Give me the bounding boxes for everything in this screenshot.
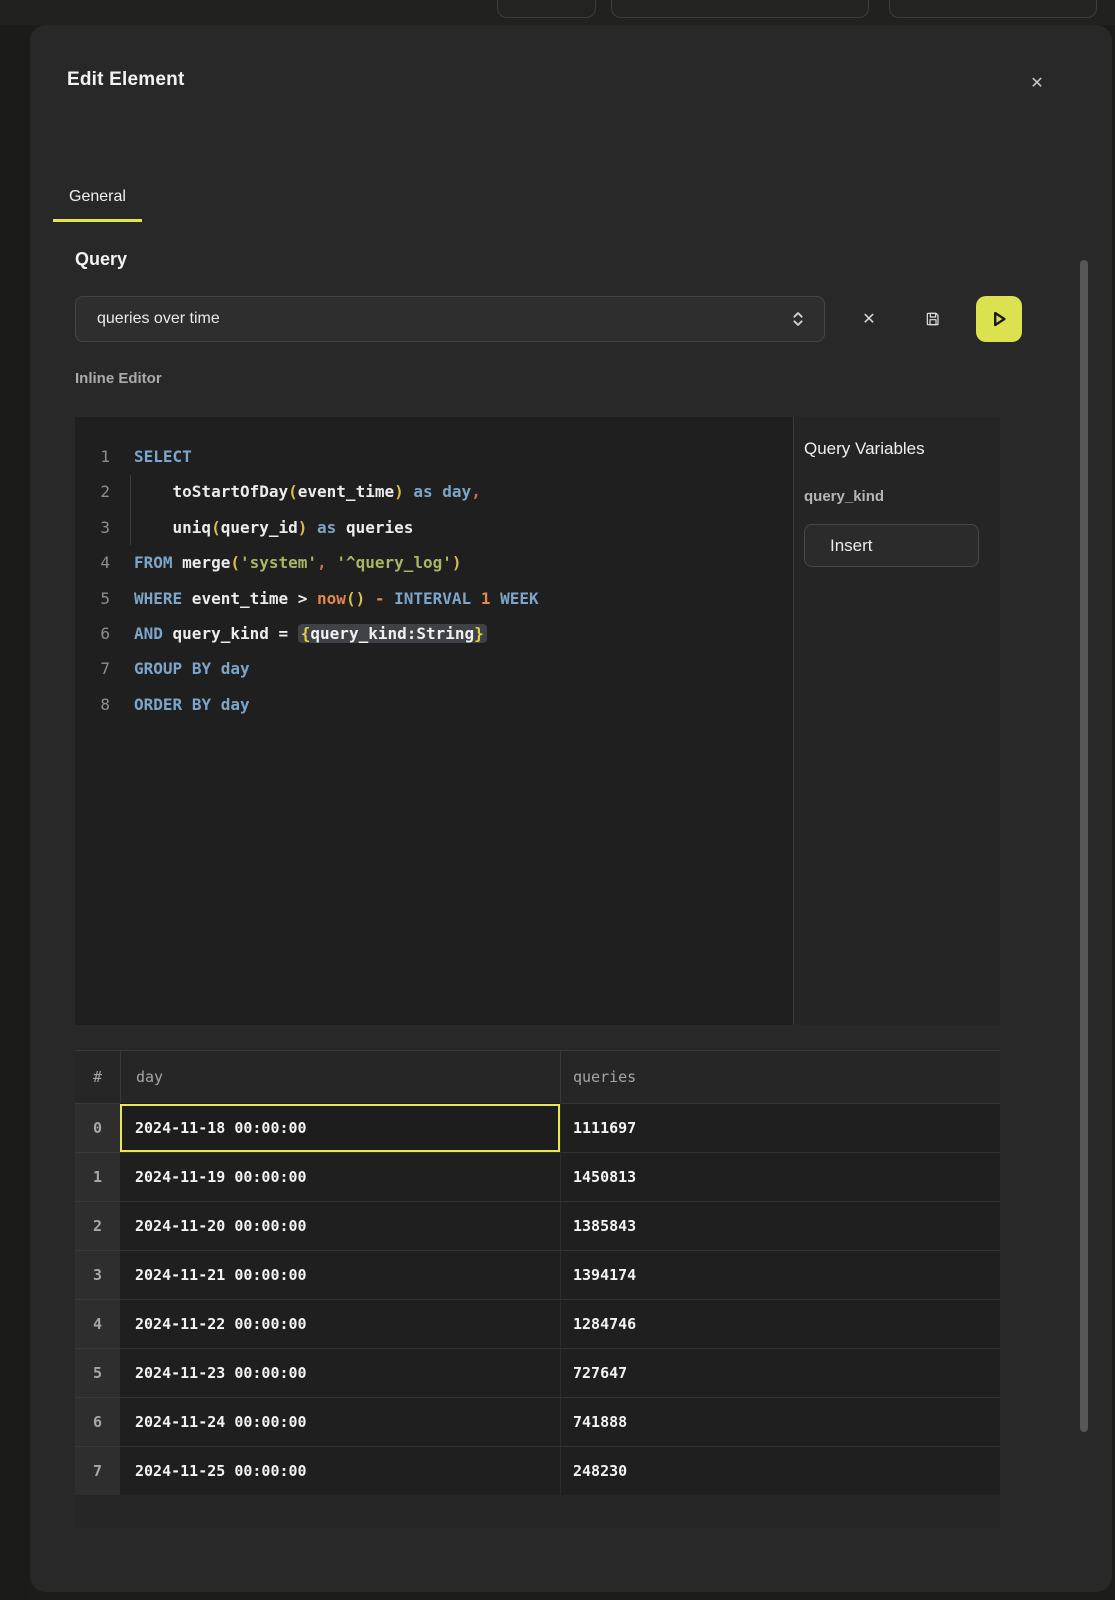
background-toolbar-button bbox=[611, 0, 869, 18]
code-line[interactable]: 4FROM merge('system', '^query_log') bbox=[75, 545, 793, 580]
tab-general[interactable]: General bbox=[53, 175, 142, 222]
table-row: 52024-11-23 00:00:00727647 bbox=[75, 1348, 1000, 1397]
table-row: 22024-11-20 00:00:001385843 bbox=[75, 1201, 1000, 1250]
row-index-cell: 1 bbox=[75, 1152, 120, 1201]
table-body: 02024-11-18 00:00:00111169712024-11-19 0… bbox=[75, 1103, 1000, 1495]
queries-cell[interactable]: 741888 bbox=[560, 1397, 1000, 1446]
day-cell[interactable]: 2024-11-23 00:00:00 bbox=[120, 1348, 560, 1397]
table-row: 72024-11-25 00:00:00248230 bbox=[75, 1446, 1000, 1495]
table-row: 42024-11-22 00:00:001284746 bbox=[75, 1299, 1000, 1348]
play-icon bbox=[995, 313, 1004, 325]
code-line[interactable]: 3 uniq(query_id) as queries bbox=[75, 510, 793, 545]
table-row: 32024-11-21 00:00:001394174 bbox=[75, 1250, 1000, 1299]
day-cell[interactable]: 2024-11-25 00:00:00 bbox=[120, 1446, 560, 1495]
day-cell[interactable]: 2024-11-21 00:00:00 bbox=[120, 1250, 560, 1299]
line-number: 3 bbox=[77, 510, 110, 545]
row-index-cell: 3 bbox=[75, 1250, 120, 1299]
queries-cell[interactable]: 1450813 bbox=[560, 1152, 1000, 1201]
day-cell[interactable]: 2024-11-18 00:00:00 bbox=[120, 1103, 560, 1152]
indent-guide bbox=[130, 475, 131, 545]
edit-element-modal: Edit Element ✕ General Query queries ove… bbox=[30, 25, 1112, 1592]
queries-cell[interactable]: 727647 bbox=[560, 1348, 1000, 1397]
queries-cell[interactable]: 248230 bbox=[560, 1446, 1000, 1495]
app-background: Edit Element ✕ General Query queries ove… bbox=[0, 0, 1115, 1600]
line-number: 6 bbox=[77, 616, 110, 651]
insert-variable-button[interactable]: Insert bbox=[804, 524, 979, 567]
line-number: 4 bbox=[77, 545, 110, 580]
run-query-button[interactable] bbox=[976, 296, 1022, 342]
code-line[interactable]: 2 toStartOfDay(event_time) as day, bbox=[75, 474, 793, 509]
inline-editor-label: Inline Editor bbox=[75, 370, 162, 387]
table-row: 62024-11-24 00:00:00741888 bbox=[75, 1397, 1000, 1446]
line-number: 8 bbox=[77, 687, 110, 722]
background-toolbar bbox=[0, 0, 1115, 25]
row-index-cell: 2 bbox=[75, 1201, 120, 1250]
results-table: # day queries 02024-11-18 00:00:00111169… bbox=[75, 1050, 1000, 1528]
save-icon[interactable] bbox=[919, 305, 947, 333]
day-cell[interactable]: 2024-11-19 00:00:00 bbox=[120, 1152, 560, 1201]
backdrop bbox=[0, 25, 30, 1600]
code-line[interactable]: 7GROUP BY day bbox=[75, 651, 793, 686]
modal-scrollbar[interactable] bbox=[1080, 260, 1088, 1432]
code-lines[interactable]: 1SELECT2 toStartOfDay(event_time) as day… bbox=[75, 417, 793, 1025]
query-section-label: Query bbox=[75, 249, 127, 270]
header-day: day bbox=[120, 1051, 560, 1103]
line-number: 7 bbox=[77, 651, 110, 686]
table-header: # day queries bbox=[75, 1051, 1000, 1103]
clear-selection-icon[interactable]: ✕ bbox=[855, 305, 883, 333]
background-toolbar-button bbox=[497, 0, 596, 18]
table-row: 02024-11-18 00:00:001111697 bbox=[75, 1103, 1000, 1152]
query-variables-panel: Query Variables query_kind Insert bbox=[793, 417, 1000, 1025]
close-icon[interactable]: ✕ bbox=[1023, 69, 1051, 97]
code-line[interactable]: 8ORDER BY day bbox=[75, 687, 793, 722]
line-number: 1 bbox=[77, 439, 110, 474]
row-index-cell: 7 bbox=[75, 1446, 120, 1495]
header-index: # bbox=[75, 1051, 120, 1103]
code-line[interactable]: 6AND query_kind = {query_kind:String} bbox=[75, 616, 793, 651]
row-index-cell: 5 bbox=[75, 1348, 120, 1397]
day-cell[interactable]: 2024-11-22 00:00:00 bbox=[120, 1299, 560, 1348]
query-variable-name: query_kind bbox=[804, 488, 884, 505]
row-index-cell: 0 bbox=[75, 1103, 120, 1152]
table-row: 12024-11-19 00:00:001450813 bbox=[75, 1152, 1000, 1201]
query-variables-title: Query Variables bbox=[804, 439, 925, 459]
line-number: 5 bbox=[77, 581, 110, 616]
background-toolbar-button bbox=[889, 0, 1097, 18]
query-select-value: queries over time bbox=[97, 310, 220, 328]
queries-cell[interactable]: 1385843 bbox=[560, 1201, 1000, 1250]
query-select[interactable]: queries over time bbox=[75, 296, 825, 342]
row-index-cell: 4 bbox=[75, 1299, 120, 1348]
chevron-up-down-icon bbox=[787, 308, 809, 335]
day-cell[interactable]: 2024-11-20 00:00:00 bbox=[120, 1201, 560, 1250]
code-line[interactable]: 5WHERE event_time > now() - INTERVAL 1 W… bbox=[75, 581, 793, 616]
queries-cell[interactable]: 1284746 bbox=[560, 1299, 1000, 1348]
day-cell[interactable]: 2024-11-24 00:00:00 bbox=[120, 1397, 560, 1446]
row-index-cell: 6 bbox=[75, 1397, 120, 1446]
queries-cell[interactable]: 1111697 bbox=[560, 1103, 1000, 1152]
sql-editor[interactable]: 1SELECT2 toStartOfDay(event_time) as day… bbox=[75, 417, 1000, 1025]
code-line[interactable]: 1SELECT bbox=[75, 439, 793, 474]
line-number: 2 bbox=[77, 474, 110, 509]
queries-cell[interactable]: 1394174 bbox=[560, 1250, 1000, 1299]
modal-title: Edit Element bbox=[67, 69, 184, 91]
header-queries: queries bbox=[560, 1051, 1000, 1103]
